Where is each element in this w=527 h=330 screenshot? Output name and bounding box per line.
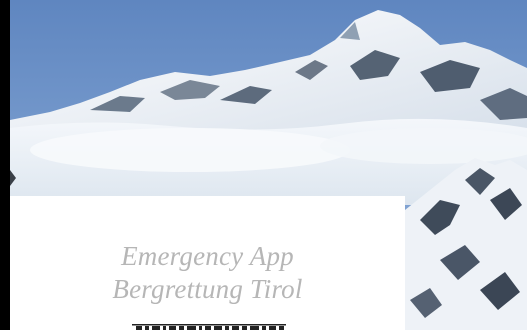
splash-card: Emergency App Bergrettung Tirol [10, 196, 405, 330]
splash-screen: Emergency App Bergrettung Tirol [10, 0, 527, 330]
bergrettung-logo-icon [132, 324, 286, 330]
app-title-line2: Bergrettung Tirol [112, 274, 303, 304]
app-title-line1: Emergency App [121, 241, 294, 271]
